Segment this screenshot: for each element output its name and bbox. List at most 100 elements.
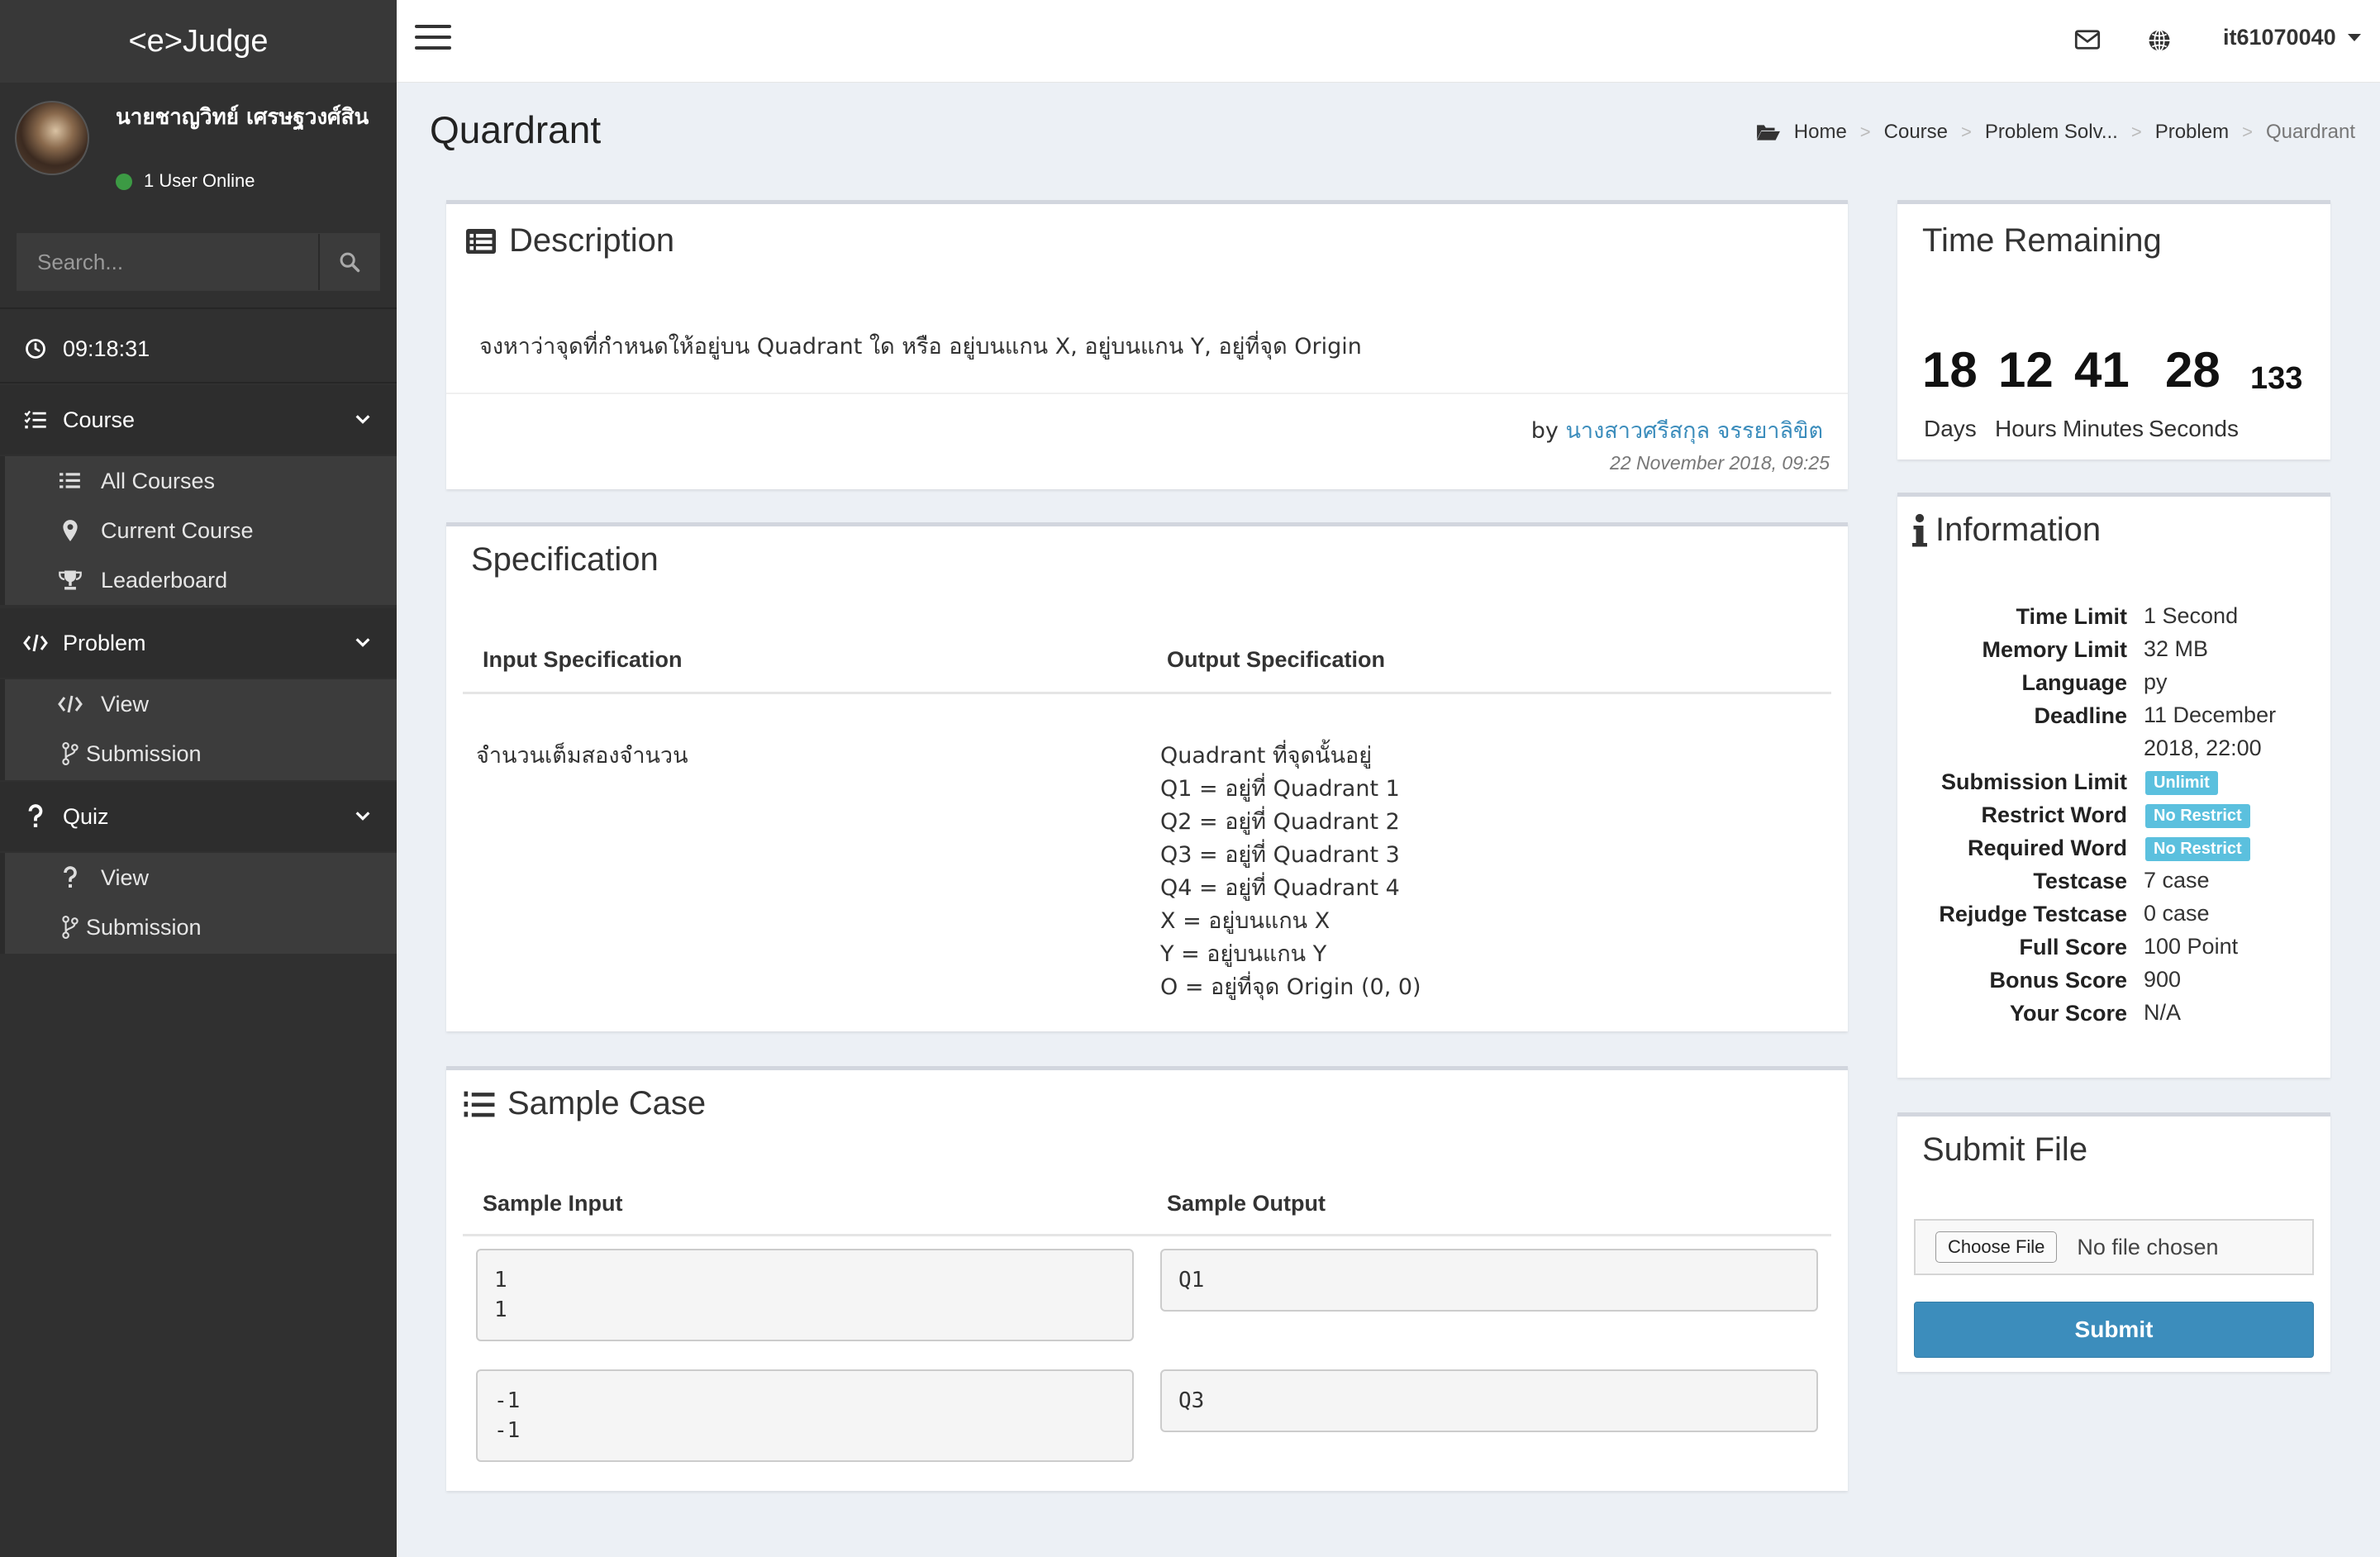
file-input[interactable]: Choose File No file chosen: [1914, 1219, 2314, 1275]
info-key-restrict-word: Restrict Word: [1981, 802, 2127, 827]
sidebar: <e>Judge นายชาญวิทย์ เศรษฐวงศ์สิน 1 User…: [0, 0, 397, 1557]
divider: [446, 393, 1848, 394]
globe-icon[interactable]: [2147, 28, 2172, 53]
app-logo[interactable]: <e>Judge: [0, 0, 397, 83]
breadcrumb-separator: >: [2130, 121, 2142, 142]
sidebar-item-current-course[interactable]: Current Course: [5, 506, 397, 555]
info-value-rejudge-testcase: 0 case: [2144, 901, 2210, 926]
sample-output-1[interactable]: Q1: [1160, 1249, 1818, 1312]
choose-file-button[interactable]: Choose File: [1935, 1231, 2058, 1263]
sidebar-item-all-courses[interactable]: All Courses: [5, 456, 397, 506]
specification-title-text: Specification: [471, 541, 659, 578]
info-key-time-limit: Time Limit: [2016, 604, 2127, 629]
breadcrumb-separator: >: [2242, 121, 2253, 142]
info-value-memory-limit: 32 MB: [2144, 636, 2209, 661]
breadcrumb-home[interactable]: Home: [1794, 121, 1847, 144]
table-header-line: [463, 1234, 1831, 1236]
info-value-language: py: [2144, 669, 2168, 694]
quiz-submenu: View Submission: [0, 853, 397, 954]
chevron-down-icon[interactable]: [354, 633, 372, 651]
sidebar-item-quiz-submission[interactable]: Submission: [5, 902, 397, 952]
breadcrumb-problem-set[interactable]: Problem Solv...: [1985, 121, 2118, 144]
countdown-label-hours: Hours: [1995, 416, 2057, 441]
list-icon: [58, 469, 83, 493]
info-key-language: Language: [2021, 670, 2127, 695]
badge-submission-limit: Unlimit: [2145, 771, 2218, 795]
output-spec-line: O = อยู่ที่จุด Origin (0, 0): [1160, 974, 1421, 1000]
input-spec-text: จำนวนเต็มสองจำนวน: [476, 743, 688, 769]
info-key-submission-limit: Submission Limit: [1940, 769, 2127, 794]
sidebar-item-label: View: [101, 864, 150, 890]
sidebar-item-problem-view[interactable]: View: [5, 679, 397, 729]
breadcrumb-problem[interactable]: Problem: [2155, 121, 2229, 144]
menu-toggle-icon[interactable]: [415, 25, 451, 58]
countdown-minutes: 41: [2074, 342, 2130, 398]
info-value-your-score: N/A: [2144, 1000, 2182, 1025]
caret-down-icon: [2347, 34, 2361, 41]
divider: [0, 382, 397, 383]
countdown-label-days: Days: [1924, 416, 1977, 441]
output-spec-line: Q4 = อยู่ที่ Quadrant 4: [1160, 875, 1400, 901]
app-logo-text[interactable]: <e>Judge: [128, 24, 268, 60]
chevron-down-icon[interactable]: [354, 410, 372, 428]
sidebar-item-label: Submission: [86, 914, 202, 940]
sidebar-item-problem-submission[interactable]: Submission: [5, 729, 397, 778]
output-spec-header: Output Specification: [1167, 647, 1386, 672]
problem-submenu: View Submission: [0, 679, 397, 780]
clock-icon: [23, 336, 48, 361]
sidebar-menu-problem[interactable]: Problem: [0, 608, 397, 678]
information-title-text: Information: [1935, 512, 2102, 548]
sidebar-menu-quiz[interactable]: Quiz: [0, 782, 397, 851]
info-value-time-limit: 1 Second: [2144, 603, 2239, 628]
info-key-bonus-score: Bonus Score: [1989, 968, 2127, 993]
sample-output-2[interactable]: Q3: [1160, 1369, 1818, 1432]
badge-required-word: No Restrict: [2145, 837, 2250, 861]
submit-button[interactable]: Submit: [1914, 1302, 2314, 1358]
sidebar-item-leaderboard[interactable]: Leaderboard: [5, 555, 397, 605]
info-key-deadline: Deadline: [2034, 703, 2127, 728]
info-value-bonus-score: 900: [2144, 967, 2182, 992]
breadcrumb: Home > Course > Problem Solv... > Proble…: [1756, 121, 2355, 144]
page-title: Quardrant: [430, 108, 602, 151]
submit-file-title-text: Submit File: [1922, 1131, 2088, 1168]
top-navbar: it61070040: [397, 0, 2380, 83]
input-spec-header: Input Specification: [483, 647, 683, 672]
author-link[interactable]: นางสาวศรีสกุล จรรยาลิขิต: [1565, 418, 1823, 444]
countdown-days: 18: [1922, 342, 1978, 398]
breadcrumb-separator: >: [1859, 121, 1871, 142]
information-box: Information Time Limit 1 Second Memory L…: [1897, 493, 2330, 1078]
sidebar-menu-course[interactable]: Course: [0, 385, 397, 455]
list-ol-icon: [464, 1091, 495, 1117]
search-button[interactable]: [318, 234, 379, 290]
code-fork-icon: [58, 915, 83, 940]
sample-input-2[interactable]: -1 -1: [476, 1369, 1134, 1462]
search-icon: [340, 252, 360, 273]
sample-input-1[interactable]: 1 1: [476, 1249, 1134, 1341]
chevron-down-icon[interactable]: [354, 807, 372, 825]
search-input[interactable]: [17, 234, 318, 290]
breadcrumb-course[interactable]: Course: [1884, 121, 1948, 144]
time-remaining-title-text: Time Remaining: [1922, 222, 2162, 259]
mail-icon[interactable]: [2074, 28, 2101, 51]
output-spec-line: Q1 = อยู่ที่ Quadrant 1: [1160, 776, 1400, 802]
countdown-milliseconds: 133: [2250, 361, 2303, 396]
sidebar-search: [17, 233, 380, 291]
sidebar-item-label: Leaderboard: [101, 567, 228, 593]
time-remaining-title: Time Remaining: [1922, 222, 2162, 260]
user-dropdown[interactable]: it61070040: [2223, 25, 2361, 50]
table-header-line: [463, 692, 1831, 694]
sidebar-item-label: Current Course: [101, 517, 254, 543]
output-spec-line: Q2 = อยู่ที่ Quadrant 2: [1160, 809, 1400, 835]
breadcrumb-current: Quardrant: [2265, 121, 2355, 143]
badge-restrict-word: No Restrict: [2145, 804, 2250, 828]
output-spec-line: Q3 = อยู่ที่ Quadrant 3: [1160, 842, 1400, 868]
output-spec-line: Quadrant ที่จุดนั้นอยู่: [1160, 743, 1373, 769]
specification-box: Specification Input Specification Output…: [446, 522, 1848, 1031]
sidebar-item-label: All Courses: [101, 468, 216, 493]
info-key-your-score: Your Score: [2009, 1001, 2127, 1026]
sidebar-menu-label: Quiz: [63, 803, 109, 829]
sample-case-title-text: Sample Case: [507, 1085, 707, 1121]
sidebar-item-quiz-view[interactable]: View: [5, 853, 397, 902]
output-spec-line: X = อยู่บนแกน X: [1160, 908, 1330, 934]
countdown-hours: 12: [1998, 342, 2054, 398]
